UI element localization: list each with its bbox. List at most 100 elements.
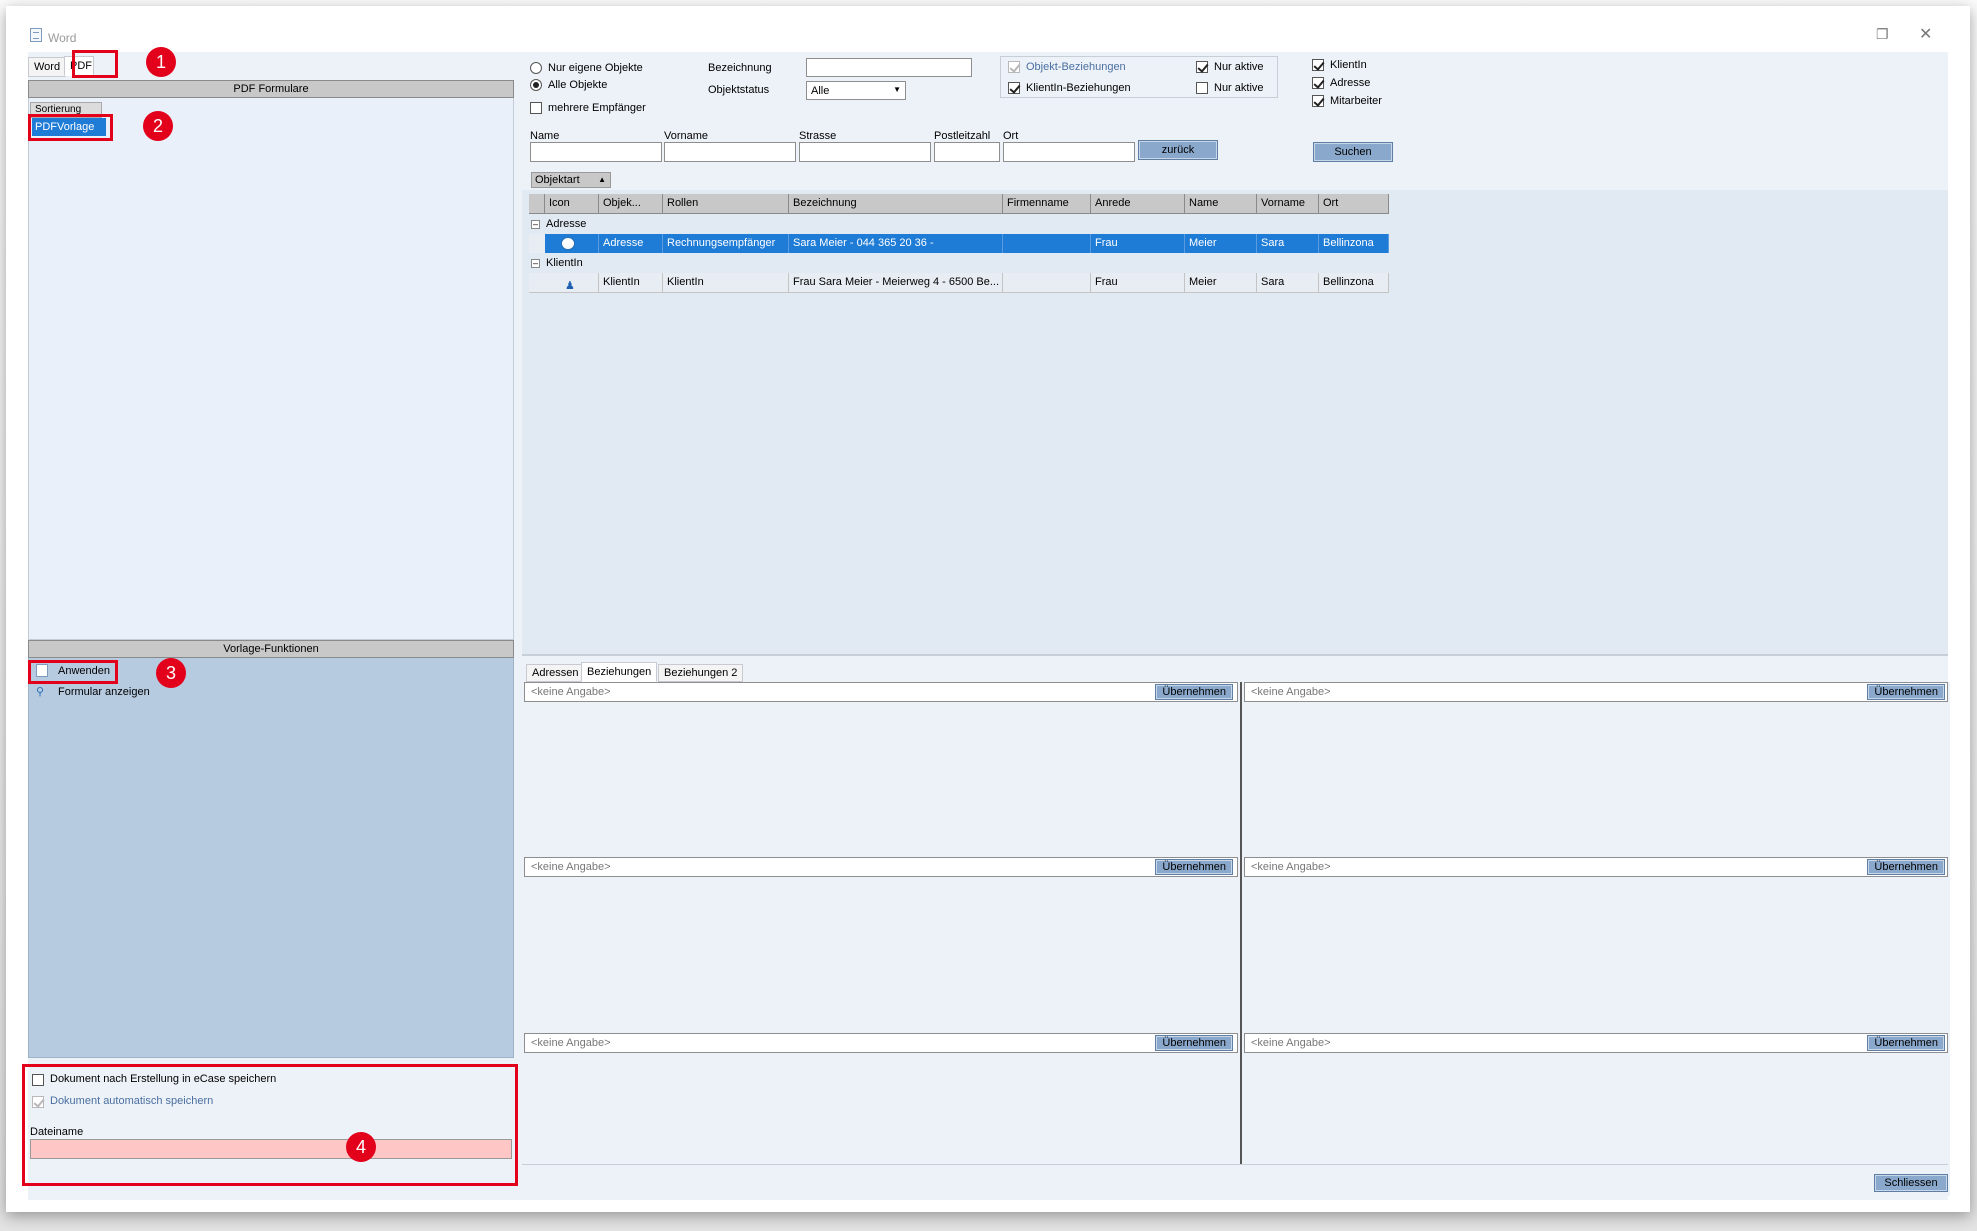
window-title: Word bbox=[48, 31, 77, 45]
bezeichnung-input[interactable] bbox=[806, 58, 972, 77]
relation-slot-4[interactable]: <keine Angabe> Übernehmen bbox=[1244, 857, 1948, 877]
apply-relation-button-4[interactable]: Übernehmen bbox=[1867, 859, 1945, 875]
close-window-icon[interactable]: ✕ bbox=[1919, 24, 1932, 44]
show-form-function[interactable]: Formular anzeigen bbox=[58, 686, 150, 698]
all-objects-radio[interactable] bbox=[530, 79, 542, 91]
only-active-2-checkbox[interactable] bbox=[1196, 82, 1208, 94]
ort-label: Ort bbox=[1003, 130, 1019, 142]
back-button[interactable]: zurück bbox=[1138, 140, 1218, 160]
group-by-label: Objektart bbox=[535, 174, 580, 186]
address-label: Adresse bbox=[1330, 77, 1371, 89]
tab-beziehungen[interactable]: Beziehungen bbox=[581, 662, 658, 682]
multi-recipients-label: mehrere Empfänger bbox=[548, 102, 646, 114]
grid-indent-col bbox=[529, 194, 545, 214]
objektstatus-value: Alle bbox=[811, 85, 830, 97]
plz-label: Postleitzahl bbox=[934, 130, 991, 142]
screenshot-frame: Word ❐ ✕ Word PDF 1 PDF Formulare Sortie… bbox=[0, 0, 1977, 1231]
only-active-2-label: Nur aktive bbox=[1214, 82, 1264, 94]
col-firmenname[interactable]: Firmenname bbox=[1003, 194, 1091, 214]
col-ort[interactable]: Ort bbox=[1319, 194, 1389, 214]
client-checkbox[interactable] bbox=[1312, 59, 1324, 71]
objektstatus-select[interactable]: Alle ▼ bbox=[806, 81, 906, 100]
col-vorname[interactable]: Vorname bbox=[1257, 194, 1319, 214]
relation-slot-2[interactable]: <keine Angabe> Übernehmen bbox=[1244, 682, 1948, 702]
main-window: Word ❐ ✕ Word PDF 1 PDF Formulare Sortie… bbox=[6, 6, 1970, 1212]
relations-area bbox=[524, 682, 1950, 1196]
apply-relation-button-5[interactable]: Übernehmen bbox=[1155, 1035, 1233, 1051]
apply-relation-button-1[interactable]: Übernehmen bbox=[1155, 684, 1233, 700]
row-rollen: Rechnungsempfänger bbox=[663, 234, 789, 253]
template-functions-header: Vorlage-Funktionen bbox=[28, 640, 514, 658]
col-bezeichnung[interactable]: Bezeichnung bbox=[789, 194, 1003, 214]
row-vorname: Sara bbox=[1257, 234, 1319, 253]
tab-beziehungen-2[interactable]: Beziehungen 2 bbox=[658, 664, 744, 682]
plz-input[interactable] bbox=[934, 142, 1000, 162]
address-checkbox[interactable] bbox=[1312, 77, 1324, 89]
restore-icon[interactable]: ❐ bbox=[1876, 26, 1889, 43]
relation-slot-3-value: <keine Angabe> bbox=[531, 861, 611, 873]
client-relations-label: KlientIn-Beziehungen bbox=[1026, 82, 1131, 94]
client-relations-checkbox[interactable] bbox=[1008, 82, 1020, 94]
col-icon[interactable]: Icon bbox=[545, 194, 599, 214]
col-objektart[interactable]: Objek... bbox=[599, 194, 663, 214]
vorname-input[interactable] bbox=[664, 142, 796, 162]
tab-word[interactable]: Word bbox=[28, 57, 67, 77]
splitter[interactable] bbox=[522, 654, 1948, 656]
row-anrede: Frau bbox=[1091, 273, 1185, 292]
row-firmenname bbox=[1003, 273, 1091, 292]
row-icon-cell: ♟ bbox=[545, 273, 599, 292]
relation-slot-6-value: <keine Angabe> bbox=[1251, 1037, 1331, 1049]
row-name: Meier bbox=[1185, 234, 1257, 253]
relation-slot-4-value: <keine Angabe> bbox=[1251, 861, 1331, 873]
col-name[interactable]: Name bbox=[1185, 194, 1257, 214]
footer-bar bbox=[522, 1164, 1948, 1200]
employee-checkbox[interactable] bbox=[1312, 95, 1324, 107]
apply-relation-button-3[interactable]: Übernehmen bbox=[1155, 859, 1233, 875]
relation-slot-1[interactable]: <keine Angabe> Übernehmen bbox=[524, 682, 1238, 702]
relation-slot-3[interactable]: <keine Angabe> Übernehmen bbox=[524, 857, 1238, 877]
name-input[interactable] bbox=[530, 142, 662, 162]
group-by-bar bbox=[522, 166, 1948, 190]
pdf-forms-header: PDF Formulare bbox=[28, 80, 514, 98]
collapse-adresse-icon[interactable]: – bbox=[531, 220, 540, 229]
row-rollen: KlientIn bbox=[663, 273, 789, 292]
row-objektart: KlientIn bbox=[599, 273, 663, 292]
search-button[interactable]: Suchen bbox=[1313, 142, 1393, 162]
step-badge-3: 3 bbox=[156, 658, 186, 688]
strasse-input[interactable] bbox=[799, 142, 931, 162]
col-rollen[interactable]: Rollen bbox=[663, 194, 789, 214]
table-row[interactable]: Adresse Rechnungsempfänger Sara Meier - … bbox=[529, 234, 1389, 253]
relation-slot-5-value: <keine Angabe> bbox=[531, 1037, 611, 1049]
row-bezeichnung: Sara Meier - 044 365 20 36 - bbox=[789, 234, 1003, 253]
close-button[interactable]: Schliessen bbox=[1874, 1174, 1948, 1192]
apply-relation-button-6[interactable]: Übernehmen bbox=[1867, 1035, 1945, 1051]
relation-slot-6[interactable]: <keine Angabe> Übernehmen bbox=[1244, 1033, 1948, 1053]
client-area: Word PDF 1 PDF Formulare Sortierung PDFV… bbox=[22, 47, 1950, 1200]
col-anrede[interactable]: Anrede bbox=[1091, 194, 1185, 214]
highlight-pdf-tab bbox=[72, 50, 118, 78]
relation-slot-5[interactable]: <keine Angabe> Übernehmen bbox=[524, 1033, 1238, 1053]
only-active-1-checkbox[interactable] bbox=[1196, 61, 1208, 73]
row-indent bbox=[529, 234, 545, 253]
row-indent bbox=[529, 273, 545, 292]
only-active-1-label: Nur aktive bbox=[1214, 61, 1264, 73]
ort-input[interactable] bbox=[1003, 142, 1135, 162]
pdf-forms-panel bbox=[28, 80, 514, 640]
multi-recipients-checkbox[interactable] bbox=[530, 102, 542, 114]
title-bar: Word ❐ ✕ bbox=[6, 6, 1970, 46]
apply-relation-button-2[interactable]: Übernehmen bbox=[1867, 684, 1945, 700]
client-label: KlientIn bbox=[1330, 59, 1367, 71]
step-badge-1: 1 bbox=[146, 47, 176, 77]
magnifier-icon: ⚲ bbox=[36, 686, 45, 698]
table-row[interactable]: ♟ KlientIn KlientIn Frau Sara Meier - Me… bbox=[529, 273, 1389, 293]
step-badge-2: 2 bbox=[143, 111, 173, 141]
bezeichnung-label: Bezeichnung bbox=[708, 62, 772, 74]
group-by-objektart[interactable]: Objektart ▲ bbox=[531, 172, 611, 188]
objektstatus-label: Objektstatus bbox=[708, 84, 770, 96]
vorname-label: Vorname bbox=[664, 130, 709, 142]
own-objects-radio[interactable] bbox=[530, 62, 542, 74]
tab-adressen[interactable]: Adressen bbox=[526, 664, 585, 682]
collapse-klient-icon[interactable]: – bbox=[531, 259, 540, 268]
object-relations-checkbox[interactable] bbox=[1008, 61, 1020, 73]
highlight-apply bbox=[28, 660, 118, 684]
